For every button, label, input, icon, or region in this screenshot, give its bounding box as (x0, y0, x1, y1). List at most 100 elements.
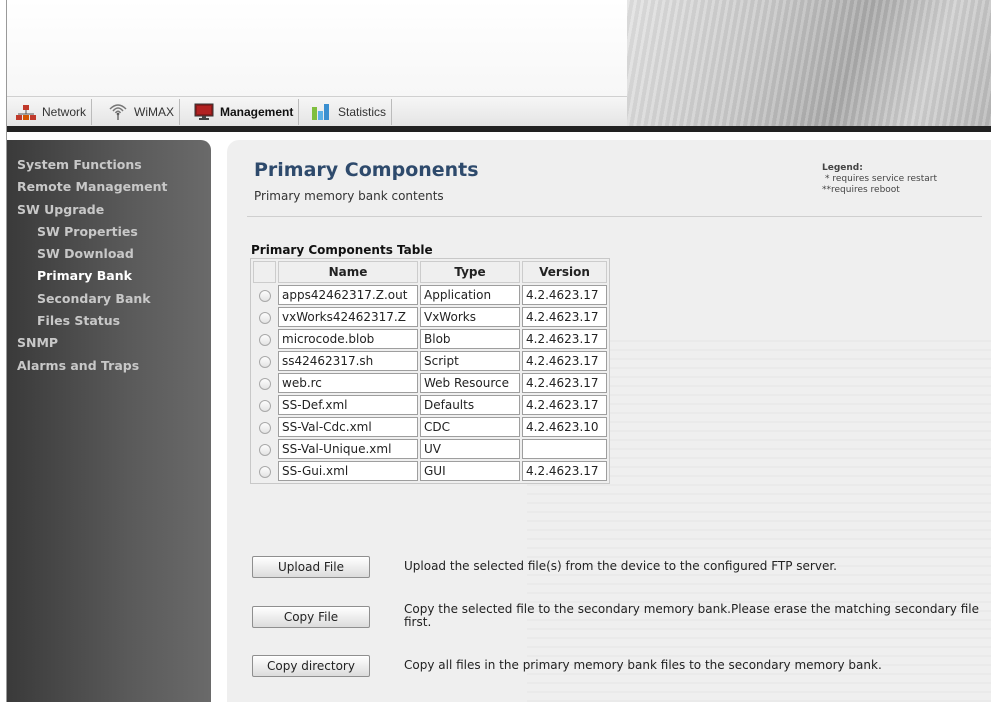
table-title: Primary Components Table (251, 243, 433, 257)
table-row: vxWorks42462317.Z VxWorks 4.2.4623.17 (253, 307, 607, 327)
version-cell: 4.2.4623.17 (522, 307, 607, 327)
table-row: SS-Def.xml Defaults 4.2.4623.17 (253, 395, 607, 415)
tab-wimax[interactable]: WiMAX (107, 99, 180, 125)
component-type: Script (420, 351, 520, 371)
name-cell: SS-Def.xml (278, 395, 418, 415)
upload-file-button[interactable]: Upload File (252, 556, 370, 578)
table-row: SS-Val-Cdc.xml CDC 4.2.4623.10 (253, 417, 607, 437)
row-select-radio[interactable] (258, 334, 271, 346)
component-name: microcode.blob (278, 329, 418, 349)
sidebar-item-remote-management[interactable]: Remote Management (7, 176, 211, 198)
version-cell: 4.2.4623.17 (522, 395, 607, 415)
type-cell: Application (420, 285, 520, 305)
copy-directory-description: Copy all files in the primary memory ban… (404, 658, 882, 672)
app-frame: Network WiMAX Management Statistics Syst… (6, 0, 991, 702)
top-navigation: Network WiMAX Management Statistics (7, 96, 627, 127)
column-header-type: Type (420, 261, 520, 283)
row-select-radio[interactable] (258, 378, 271, 390)
table-row: SS-Val-Unique.xml UV (253, 439, 607, 459)
page-subtitle: Primary memory bank contents (254, 189, 444, 203)
header-divider-bar (7, 126, 991, 132)
sidebar-item-secondary-bank[interactable]: Secondary Bank (7, 288, 211, 310)
table-row: ss42462317.sh Script 4.2.4623.17 (253, 351, 607, 371)
component-type: Web Resource (420, 373, 520, 393)
tab-divider (91, 99, 93, 125)
row-select-radio[interactable] (258, 400, 271, 412)
table-row: web.rc Web Resource 4.2.4623.17 (253, 373, 607, 393)
table-row: SS-Gui.xml GUI 4.2.4623.17 (253, 461, 607, 481)
component-version (522, 439, 607, 459)
legend-title: Legend: (822, 163, 863, 173)
bar-chart-icon (311, 103, 333, 121)
table-row: apps42462317.Z.out Application 4.2.4623.17 (253, 285, 607, 305)
version-cell: 4.2.4623.17 (522, 351, 607, 371)
sidebar-item-files-status[interactable]: Files Status (7, 310, 211, 332)
component-type: Application (420, 285, 520, 305)
sidebar-item-system-functions[interactable]: System Functions (7, 154, 211, 176)
tab-network[interactable]: Network (15, 99, 93, 125)
sidebar-item-alarms-and-traps[interactable]: Alarms and Traps (7, 355, 211, 377)
type-cell: UV (420, 439, 520, 459)
component-version: 4.2.4623.17 (522, 285, 607, 305)
name-cell: microcode.blob (278, 329, 418, 349)
version-cell: 4.2.4623.17 (522, 461, 607, 481)
legend: Legend: * requires service restart **req… (822, 163, 937, 196)
row-select-radio[interactable] (258, 290, 271, 302)
tab-statistics[interactable]: Statistics (311, 99, 393, 125)
row-select-radio[interactable] (258, 466, 271, 478)
component-version: 4.2.4623.17 (522, 307, 607, 327)
row-select-radio[interactable] (258, 312, 271, 324)
row-select-radio[interactable] (258, 444, 271, 456)
version-cell: 4.2.4623.17 (522, 285, 607, 305)
version-cell: 4.2.4623.17 (522, 373, 607, 393)
table-row: microcode.blob Blob 4.2.4623.17 (253, 329, 607, 349)
type-cell: VxWorks (420, 307, 520, 327)
row-select-cell (253, 307, 276, 327)
copy-file-button[interactable]: Copy File (252, 606, 370, 628)
sidebar: System Functions Remote Management SW Up… (7, 140, 211, 702)
component-type: Defaults (420, 395, 520, 415)
section-divider (247, 216, 982, 217)
column-header-name: Name (278, 261, 418, 283)
sidebar-item-sw-upgrade[interactable]: SW Upgrade (7, 199, 211, 221)
component-type: VxWorks (420, 307, 520, 327)
type-cell: Defaults (420, 395, 520, 415)
row-select-radio[interactable] (258, 356, 271, 368)
type-cell: GUI (420, 461, 520, 481)
header: Network WiMAX Management Statistics (7, 0, 991, 132)
wimax-antenna-icon (107, 103, 129, 121)
monitor-icon (193, 103, 215, 121)
primary-components-table: Name Type Version apps42462317.Z.out Appl… (250, 258, 610, 484)
version-cell: 4.2.4623.17 (522, 329, 607, 349)
component-name: vxWorks42462317.Z (278, 307, 418, 327)
component-name: ss42462317.sh (278, 351, 418, 371)
legend-restart-text: requires service restart (832, 174, 938, 184)
component-type: CDC (420, 417, 520, 437)
type-cell: Web Resource (420, 373, 520, 393)
sidebar-item-snmp[interactable]: SNMP (7, 332, 211, 354)
legend-reboot-marker: ** (822, 185, 831, 195)
row-select-radio[interactable] (258, 422, 271, 434)
header-banner-image (627, 0, 991, 130)
sidebar-item-sw-properties[interactable]: SW Properties (7, 221, 211, 243)
name-cell: SS-Gui.xml (278, 461, 418, 481)
component-name: SS-Gui.xml (278, 461, 418, 481)
tab-management-label: Management (220, 105, 294, 119)
tab-divider (179, 99, 180, 125)
table-header-row: Name Type Version (253, 261, 607, 283)
component-version: 4.2.4623.17 (522, 373, 607, 393)
component-name: SS-Val-Unique.xml (278, 439, 418, 459)
version-cell (522, 439, 607, 459)
sidebar-item-primary-bank[interactable]: Primary Bank (7, 265, 211, 287)
component-type: UV (420, 439, 520, 459)
tab-management[interactable]: Management (193, 99, 300, 125)
component-version: 4.2.4623.10 (522, 417, 607, 437)
copy-directory-button[interactable]: Copy directory (252, 655, 370, 677)
sidebar-item-sw-download[interactable]: SW Download (7, 243, 211, 265)
row-select-cell (253, 439, 276, 459)
legend-reboot-text: requires reboot (831, 185, 900, 195)
type-cell: Script (420, 351, 520, 371)
name-cell: vxWorks42462317.Z (278, 307, 418, 327)
main-content: Primary Components Primary memory bank c… (227, 140, 991, 702)
row-select-cell (253, 329, 276, 349)
